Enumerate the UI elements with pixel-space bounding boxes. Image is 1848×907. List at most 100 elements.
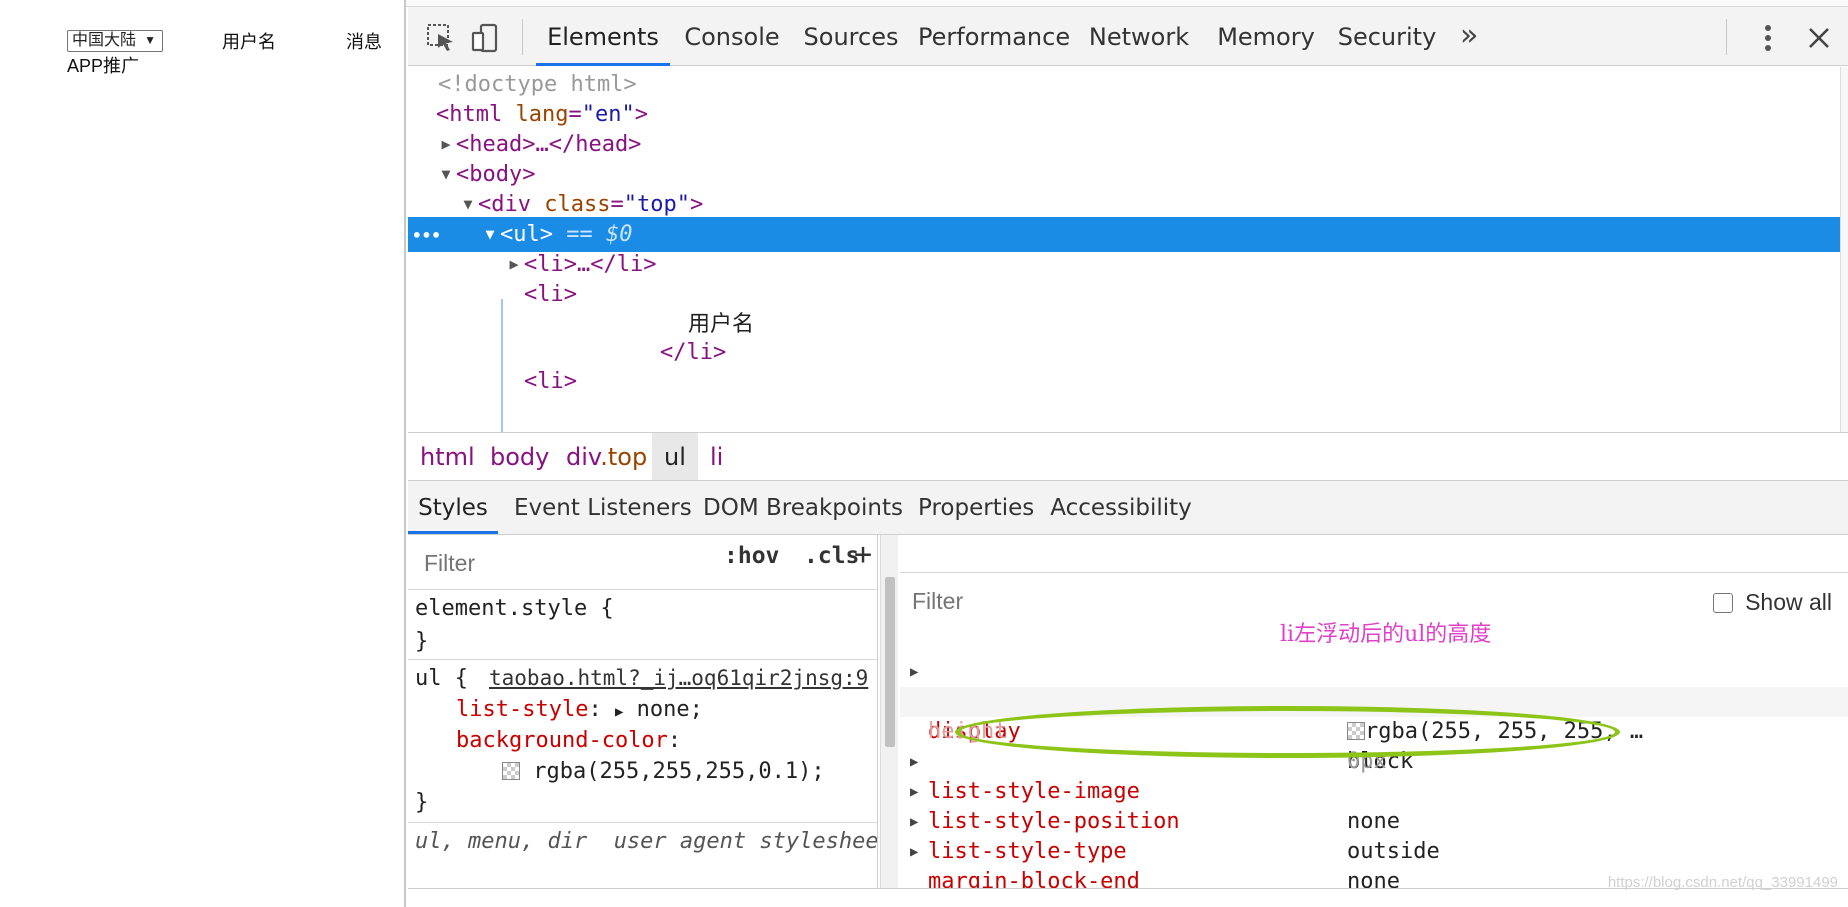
height-annotation: li左浮动后的ul的高度 (1280, 622, 1492, 647)
tab-console[interactable]: Console (680, 7, 784, 66)
ua-rule-selector[interactable]: ul, menu, dir user agent stylesheet ▼ (415, 826, 878, 857)
ul-prop-background-color[interactable]: background-color: (456, 725, 681, 756)
tab-network[interactable]: Network (1080, 7, 1198, 66)
show-all-toggle[interactable]: Show all (1713, 589, 1832, 616)
region-select-value: 中国大陆 (72, 32, 137, 49)
new-rule-icon[interactable]: + (854, 537, 872, 572)
caret-down-icon: ▼ (144, 33, 156, 47)
div-tag-close: > (689, 192, 704, 217)
doctype-text: <!doctype html> (438, 72, 637, 97)
tab-event-listeners[interactable]: Event Listeners (514, 481, 692, 534)
color-swatch-icon[interactable] (502, 762, 520, 780)
dom-line-li-partial[interactable]: <li> (408, 364, 1848, 399)
close-icon[interactable] (1802, 21, 1836, 55)
ua-stylesheet-label: user agent stylesheet (613, 829, 878, 854)
ul-selector-text: ul { (415, 666, 468, 691)
device-toolbar-icon[interactable] (468, 21, 502, 55)
computed-row-height[interactable]: height 0px (900, 687, 1848, 774)
computed-row-list-style-position[interactable]: ▶ list-style-position outside (900, 747, 1848, 864)
tab-accessibility[interactable]: Accessibility (1048, 481, 1194, 534)
nav-app-promo[interactable]: APP推广 (67, 55, 139, 77)
scrollbar-thumb[interactable] (885, 577, 895, 747)
tab-elements[interactable]: Elements (536, 7, 670, 66)
tab-styles[interactable]: Styles (408, 481, 498, 534)
crumb-div-class: .top (600, 443, 648, 471)
show-all-label: Show all (1745, 589, 1832, 615)
dollar-zero-marker: == $0 (566, 222, 633, 247)
tab-security[interactable]: Security (1334, 7, 1440, 66)
watermark: https://blog.csdn.net/qq_33991499 (1607, 874, 1838, 891)
page-viewport: 中国大陆 ▼ 用户名 消息 APP推广 (0, 0, 406, 907)
tab-properties[interactable]: Properties (918, 481, 1034, 534)
html-tag: <html (436, 102, 503, 127)
styles-scrollbar[interactable] (880, 535, 898, 907)
styles-pane: :hov .cls + element.style { } ul { taoba… (408, 535, 878, 907)
computed-row-display[interactable]: ▶ display block (900, 657, 1848, 774)
devtools-panel: Elements Console Sources Performance Net… (408, 7, 1848, 907)
nav-user[interactable]: 用户名 (222, 31, 276, 53)
crumb-div-tag: div (566, 443, 601, 471)
crumb-li[interactable]: li (698, 433, 735, 480)
cls-button[interactable]: .cls (804, 543, 859, 569)
computed-filter-input[interactable] (902, 581, 1462, 621)
more-tabs-icon[interactable]: » (1460, 18, 1478, 53)
ul-prop-background-color-value[interactable]: rgba(255,255,255,0.1); (502, 756, 825, 787)
devtools-toolbar: Elements Console Sources Performance Net… (408, 7, 1848, 66)
html-tag-close: > (634, 102, 648, 127)
element-style-text: element.style { (415, 596, 614, 621)
li-text-node: 用户名 (688, 312, 755, 337)
ul-rule-selector[interactable]: ul { (415, 663, 468, 694)
sidebar-tabs: Styles Event Listeners DOM Breakpoints P… (408, 481, 1848, 535)
prop-name: list-style (456, 697, 589, 722)
tab-sources[interactable]: Sources (801, 7, 901, 66)
ul-node: <ul> (500, 222, 553, 247)
styles-filter-input[interactable] (414, 542, 704, 584)
tab-performance[interactable]: Performance (918, 7, 1070, 66)
expand-triangle-icon[interactable]: ▶ (910, 837, 918, 867)
body-node: <body> (456, 162, 536, 187)
computed-row-margin-block-end[interactable]: ▶ margin-block-end 16px (900, 807, 1848, 907)
tab-dom-breakpoints[interactable]: DOM Breakpoints (700, 481, 906, 534)
nav-messages[interactable]: 消息 (346, 31, 382, 53)
crumb-ul[interactable]: ul (652, 433, 698, 480)
div-tag: <div (478, 192, 531, 217)
computed-row-list-style-image[interactable]: ▶ list-style-image none (900, 717, 1848, 834)
prop-value[interactable]: rgba(255,255,255,0.1); (533, 759, 824, 784)
ul-rule-source-link[interactable]: taobao.html?_ij…oq61qir2jnsg:9 (489, 663, 868, 694)
crumb-body[interactable]: body (478, 433, 561, 480)
region-select[interactable]: 中国大陆 ▼ (67, 30, 163, 52)
expand-triangle-icon[interactable]: ▶ (615, 704, 623, 720)
toolbar-separator (522, 19, 523, 55)
rule-divider (408, 659, 877, 660)
li-close-tag: </li> (660, 340, 727, 365)
div-class-attr: class (544, 192, 611, 217)
div-class-value: "top" (623, 192, 690, 217)
ua-selector-text: ul, menu, dir (415, 829, 588, 854)
li-open-tag: <li> (524, 282, 577, 307)
prop-value[interactable]: none; (637, 697, 703, 722)
crumb-div-top[interactable]: div.top (554, 433, 659, 480)
ul-rule-close: } (415, 790, 429, 815)
element-style-close: } (415, 629, 429, 654)
html-lang-attr: lang (515, 102, 569, 127)
element-style-selector[interactable]: element.style { (415, 593, 614, 624)
rule-divider (408, 822, 877, 823)
dom-scrollbar[interactable] (1840, 67, 1848, 432)
computed-row-list-style-type[interactable]: ▶ list-style-type none (900, 777, 1848, 894)
dom-indent-guide (501, 299, 503, 439)
hov-button[interactable]: :hov (724, 543, 779, 569)
kebab-menu-icon[interactable] (1751, 21, 1785, 55)
show-all-checkbox[interactable] (1713, 592, 1734, 613)
ul-source-text: taobao.html?_ij…oq61qir2jnsg:9 (489, 666, 869, 690)
inspect-icon[interactable] (424, 21, 458, 55)
li-partial-tag: <li> (524, 369, 577, 394)
prop-name: background-color (456, 728, 668, 753)
computed-prop-value: outside (1347, 839, 1440, 864)
ul-prop-list-style[interactable]: list-style: ▶ none; (456, 694, 703, 725)
dom-tree: <!doctype html> <html lang="en"> ▶ <head>… (408, 67, 1848, 432)
tab-memory[interactable]: Memory (1214, 7, 1318, 66)
crumb-html[interactable]: html (408, 433, 487, 480)
breadcrumb: html body div.top ul li (408, 432, 1848, 481)
computed-pane: Show all ▶ background-color rgba(255, 25… (900, 535, 1848, 907)
li-collapsed-node: <li>…</li> (524, 252, 657, 277)
